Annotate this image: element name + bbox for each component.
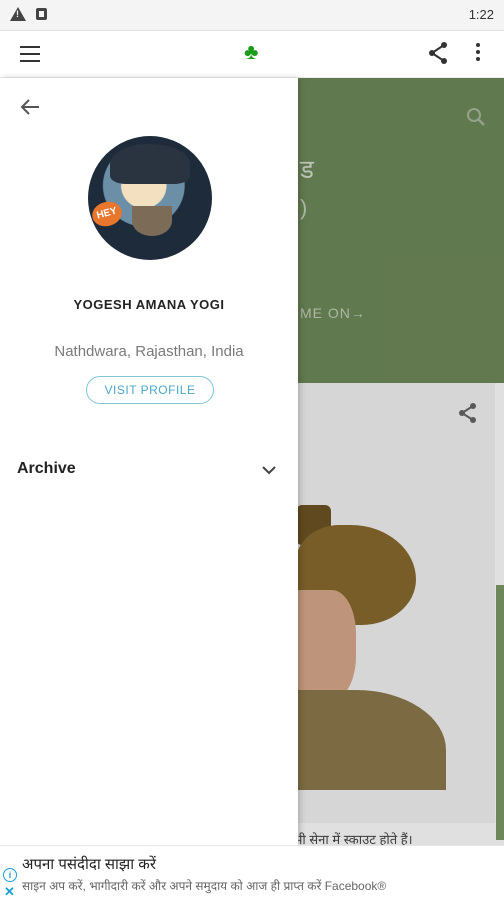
avatar-hair [110, 144, 190, 184]
more-vertical-icon[interactable] [476, 43, 480, 64]
ad-subtitle[interactable]: साइन अप करें, भागीदारी करें और अपने समुद… [22, 877, 386, 894]
status-bar: 1:22 [0, 0, 504, 31]
avatar-beard [132, 206, 172, 236]
profile-location: Nathdwara, Rajasthan, India [54, 343, 244, 360]
archive-label: Archive [17, 460, 76, 477]
chevron-down-icon[interactable] [262, 462, 276, 480]
share-icon[interactable] [427, 41, 449, 70]
avatar[interactable]: HEY [88, 136, 212, 260]
archive-row[interactable]: Archive [0, 448, 298, 488]
ad-title[interactable]: अपना पसंदीदा साझा करें [22, 854, 156, 874]
ad-banner[interactable]: i ✕ अपना पसंदीदा साझा करें साइन अप करें,… [0, 845, 504, 901]
ad-info-icon[interactable]: i [3, 868, 17, 882]
visit-profile-button[interactable]: VISIT PROFILE [86, 376, 214, 404]
club-suit-icon[interactable]: ♣ [244, 39, 258, 65]
profile-name: YOGESH AMANA YOGI [73, 297, 225, 312]
notification-square-icon [36, 8, 47, 20]
top-app-bar: ♣ [0, 31, 504, 78]
arrow-back-icon[interactable] [20, 98, 40, 121]
ad-close-icon[interactable]: ✕ [4, 884, 15, 900]
navigation-drawer: HEY YOGESH AMANA YOGI Nathdwara, Rajasth… [0, 78, 298, 845]
warning-icon [10, 7, 26, 21]
hamburger-menu-icon[interactable] [20, 46, 40, 62]
avatar-badge: HEY [89, 198, 125, 230]
status-time: 1:22 [468, 7, 494, 22]
status-icons [10, 7, 47, 21]
